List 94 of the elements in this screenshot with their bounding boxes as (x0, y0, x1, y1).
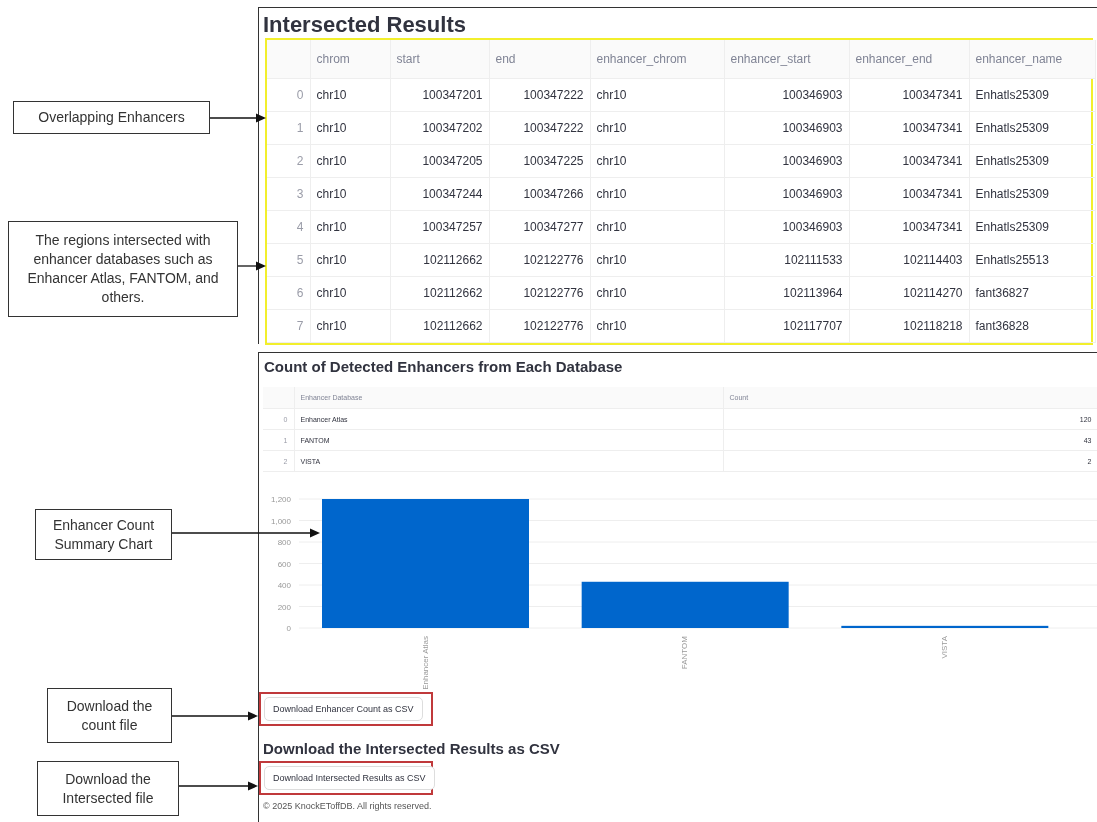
download-button[interactable]: Download Enhancer Count as CSV (264, 697, 423, 721)
table-cell: chr10 (590, 78, 724, 112)
table-cell: 100347201 (390, 78, 489, 112)
table-cell: 100347222 (489, 111, 590, 145)
y-tick-label: 600 (277, 559, 291, 569)
table-cell: 102122776 (489, 276, 590, 310)
table-cell: 100347341 (849, 177, 969, 211)
row-index: 3 (267, 177, 310, 211)
y-tick-label: 200 (277, 602, 291, 612)
callout-box: Download the count file (47, 688, 172, 743)
table-cell: 100347202 (390, 111, 489, 145)
table-cell: Enhatls25309 (969, 78, 1095, 112)
column-header: enhancer_name (969, 40, 1095, 79)
table-cell: chr10 (310, 309, 390, 343)
table-cell: chr10 (590, 210, 724, 244)
table-cell: chr10 (310, 276, 390, 310)
table-cell: 100347225 (489, 144, 590, 178)
table-cell: chr10 (310, 111, 390, 145)
table-cell: Enhatls25309 (969, 144, 1095, 178)
table-cell: chr10 (310, 144, 390, 178)
row-index: 4 (267, 210, 310, 244)
column-header: start (390, 40, 489, 79)
table-cell: Enhatls25513 (969, 243, 1095, 277)
column-header: end (489, 40, 590, 79)
table-cell: Enhatls25309 (969, 111, 1095, 145)
row-index: 5 (267, 243, 310, 277)
table-cell: 102112662 (390, 243, 489, 277)
table-cell: chr10 (590, 177, 724, 211)
table-cell: 100347222 (489, 78, 590, 112)
column-header: enhancer_end (849, 40, 969, 79)
y-tick-label: 1,000 (270, 516, 291, 526)
section-title: Intersected Results (262, 11, 467, 38)
callout-box: Enhancer Count Summary Chart (35, 509, 172, 560)
download-button[interactable]: Download Intersected Results as CSV (264, 766, 435, 790)
table-cell: 102122776 (489, 309, 590, 343)
row-index: 2 (267, 144, 310, 178)
section-title: Count of Detected Enhancers from Each Database (263, 357, 624, 377)
column-header: chrom (310, 40, 390, 79)
table-cell: 100346903 (724, 210, 849, 244)
table-cell: 100347205 (390, 144, 489, 178)
table-cell: 100347341 (849, 144, 969, 178)
table-cell: fant36827 (969, 276, 1095, 310)
footer-text: © 2025 KnockEToffDB. All rights reserved. (263, 801, 433, 811)
arrow (210, 113, 266, 123)
table-cell: 102111533 (724, 243, 849, 277)
row-index: 1 (267, 111, 310, 145)
callout-box: Download the Intersected file (37, 761, 179, 816)
table-cell: 102112662 (390, 276, 489, 310)
y-tick-label: 0 (286, 624, 291, 633)
table-cell: 102114270 (849, 276, 969, 310)
table-cell: 100347341 (849, 111, 969, 145)
table-cell: chr10 (590, 309, 724, 343)
table-cell: 100346903 (724, 177, 849, 211)
row-index: 6 (267, 276, 310, 310)
x-tick-label: Enhancer Atlas (420, 636, 430, 690)
column-header: enhancer_chrom (590, 40, 724, 79)
table-cell: chr10 (590, 111, 724, 145)
table-cell: chr10 (310, 243, 390, 277)
row-index: 0 (267, 78, 310, 112)
table-cell: 100346903 (724, 144, 849, 178)
y-tick-label: 400 (277, 581, 291, 590)
callout-box: Overlapping Enhancers (13, 101, 210, 134)
section-heading: Download the Intersected Results as CSV (263, 740, 561, 757)
y-tick-label: 800 (277, 538, 291, 547)
table-cell: 100347277 (489, 210, 590, 244)
row-index: 7 (267, 309, 310, 343)
column-header: enhancer_start (724, 40, 849, 79)
table-cell: chr10 (590, 243, 724, 277)
table-cell: 102118218 (849, 309, 969, 343)
table-cell: 102112662 (390, 309, 489, 343)
table-cell: 102122776 (489, 243, 590, 277)
table-cell: Enhatls25309 (969, 177, 1095, 211)
table-cell: 100347341 (849, 78, 969, 112)
x-tick-label: FANTOM (680, 636, 690, 670)
table-cell: 102113964 (724, 276, 849, 310)
table-cell: chr10 (310, 177, 390, 211)
table-cell: fant36828 (969, 309, 1095, 343)
x-tick-label: VISTA (939, 636, 949, 659)
table-cell: 100347257 (390, 210, 489, 244)
table-cell: 100347244 (390, 177, 489, 211)
table-cell: 100346903 (724, 78, 849, 112)
table-cell: Enhatls25309 (969, 210, 1095, 244)
callout-box: The regions intersected with enhancer databases such as Enhancer Atlas, FANTOM, and others. (8, 221, 238, 317)
y-tick-label: 1,200 (270, 495, 291, 504)
table-cell: 100346903 (724, 111, 849, 145)
arrow (238, 261, 266, 271)
table-cell: 100347341 (849, 210, 969, 244)
table-cell: chr10 (310, 78, 390, 112)
table-cell: chr10 (310, 210, 390, 244)
table-cell: 102114403 (849, 243, 969, 277)
table-cell: 102117707 (724, 309, 849, 343)
table-cell: chr10 (590, 276, 724, 310)
table-cell: chr10 (590, 144, 724, 178)
table-cell: 100347266 (489, 177, 590, 211)
